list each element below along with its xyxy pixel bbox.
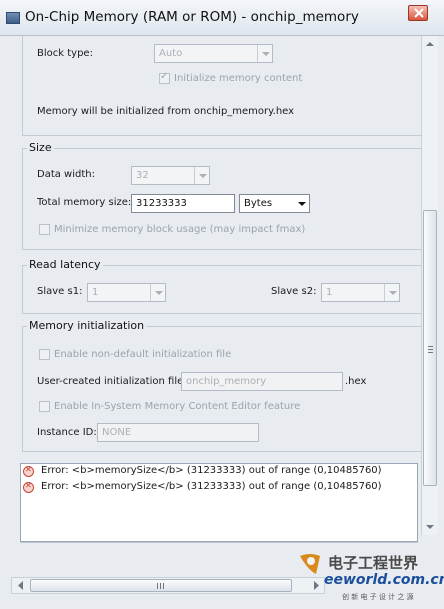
close-icon	[414, 8, 424, 18]
error-icon	[23, 481, 34, 493]
size-unit-select[interactable]: Bytes	[239, 194, 310, 213]
chevron-down-icon	[150, 284, 165, 301]
slave-s1-value: 1	[92, 287, 99, 298]
instance-id-input[interactable]: NONE	[97, 423, 259, 442]
horizontal-scroll-thumb[interactable]	[30, 579, 292, 592]
data-width-select[interactable]: 32	[131, 166, 210, 185]
size-legend: Size	[27, 141, 54, 154]
bottom-divider	[20, 542, 418, 543]
minimize-usage-checkbox[interactable]	[39, 224, 50, 235]
data-width-value: 32	[136, 170, 149, 181]
size-unit-value: Bytes	[244, 198, 273, 209]
error-text: Error: <b>memorySize</b> (31233333) out …	[41, 465, 382, 476]
window-icon	[6, 12, 20, 24]
error-messages-panel: Error: <b>memorySize</b> (31233333) out …	[20, 463, 418, 542]
chevron-up-icon	[426, 42, 434, 46]
user-file-label: User-created initialization file:	[37, 376, 187, 387]
file-extension: .hex	[345, 376, 367, 387]
chevron-down-icon	[257, 45, 272, 62]
grip-line	[428, 346, 433, 347]
minimize-usage-label: Minimize memory block usage (may impact …	[54, 224, 306, 235]
block-type-label: Block type:	[37, 48, 93, 59]
block-type-select[interactable]: Auto	[154, 44, 273, 63]
block-type-value: Auto	[159, 48, 183, 59]
instance-id-label: Instance ID:	[37, 427, 97, 438]
in-system-editor-label: Enable In-System Memory Content Editor f…	[54, 401, 301, 412]
non-default-init-label: Enable non-default initialization file	[54, 349, 232, 360]
grip-line	[428, 352, 433, 353]
chevron-left-icon[interactable]	[13, 578, 28, 593]
window-title: On-Chip Memory (RAM or ROM) - onchip_mem…	[25, 9, 359, 25]
init-memory-label: Initialize memory content	[174, 73, 303, 84]
close-button[interactable]	[408, 5, 428, 21]
total-size-input[interactable]: 31233333	[131, 194, 235, 213]
chevron-down-icon	[294, 195, 309, 212]
eeworld-logo-icon	[300, 554, 320, 574]
grip-line	[163, 583, 164, 589]
grip-line	[428, 349, 433, 350]
vertical-scroll-thumb[interactable]	[423, 210, 437, 486]
slave-s1-select[interactable]: 1	[87, 283, 166, 302]
watermark-english-text: eeworld.com.cn	[324, 572, 444, 588]
slave-s1-label: Slave s1:	[37, 286, 83, 297]
block-type-group: Block type: Auto Initialize memory conte…	[22, 36, 421, 136]
memory-init-group: Memory initialization Enable non-default…	[22, 319, 421, 452]
read-latency-group: Read latency Slave s1: 1 Slave s2: 1	[22, 258, 421, 314]
dialog-content: Block type: Auto Initialize memory conte…	[10, 36, 421, 534]
chevron-down-icon	[384, 284, 399, 301]
scroll-down-button[interactable]	[422, 519, 438, 535]
slave-s2-value: 1	[326, 287, 333, 298]
init-memory-checkbox[interactable]	[159, 71, 170, 84]
user-file-input[interactable]: onchip_memory	[181, 372, 343, 391]
data-width-label: Data width:	[37, 169, 95, 180]
watermark-chinese-text: 电子工程世界	[328, 554, 419, 572]
title-bar: On-Chip Memory (RAM or ROM) - onchip_mem…	[0, 0, 444, 36]
watermark-slogan: 创 新 电 子 设 计 之 源	[342, 593, 414, 601]
error-icon	[23, 465, 34, 477]
slave-s2-select[interactable]: 1	[321, 283, 400, 302]
vertical-scrollbar[interactable]	[421, 36, 438, 535]
size-group: Size Data width: 32 Total memory size: 3…	[22, 141, 421, 250]
total-size-label: Total memory size:	[37, 197, 132, 208]
chevron-down-icon	[194, 167, 209, 184]
read-latency-legend: Read latency	[27, 258, 103, 271]
init-info-text: Memory will be initialized from onchip_m…	[37, 106, 295, 117]
chevron-down-icon	[426, 525, 434, 529]
slave-s2-label: Slave s2:	[271, 286, 317, 297]
grip-line	[160, 583, 161, 589]
grip-line	[157, 583, 158, 589]
watermark: 电子工程世界 eeworld.com.cn 创 新 电 子 设 计 之 源	[298, 552, 444, 604]
in-system-editor-checkbox[interactable]	[39, 401, 50, 412]
non-default-init-checkbox[interactable]	[39, 349, 50, 360]
error-text: Error: <b>memorySize</b> (31233333) out …	[41, 481, 382, 492]
scroll-up-button[interactable]	[422, 36, 438, 52]
memory-init-legend: Memory initialization	[27, 319, 147, 332]
horizontal-scrollbar[interactable]	[11, 577, 325, 594]
